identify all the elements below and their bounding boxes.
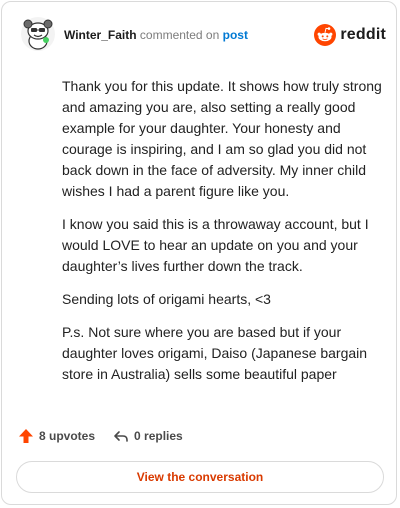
comment-body: Thank you for this update. It shows how … — [62, 76, 384, 397]
comment-header: Winter_Faith commented on post reddit — [16, 14, 386, 54]
comment-actions: 8 upvotes 0 replies — [18, 426, 201, 446]
comment-paragraph: Sending lots of origami hearts, <3 — [62, 291, 271, 307]
reddit-logo[interactable]: reddit — [314, 24, 386, 46]
reddit-alien-icon — [314, 24, 337, 46]
comment-paragraph: I know you said this is a throwaway acco… — [62, 216, 369, 274]
comment-paragraph: Thank you for this update. It shows how … — [62, 78, 382, 199]
reddit-wordmark: reddit — [340, 26, 386, 43]
post-link[interactable]: post — [223, 28, 248, 42]
view-conversation-button[interactable]: View the conversation — [16, 461, 384, 493]
upvote-button[interactable]: 8 upvotes — [18, 428, 95, 444]
reply-arrow-icon — [114, 431, 128, 442]
upvote-arrow-icon — [19, 429, 33, 443]
comment-paragraph: P.s. Not sure where you are based but if… — [62, 324, 368, 382]
comment-embed-card: Winter_Faith commented on post reddit Th… — [1, 1, 397, 505]
author-name[interactable]: Winter_Faith — [64, 28, 137, 42]
reply-button[interactable]: 0 replies — [113, 428, 183, 444]
comment-meta: Winter_Faith commented on post — [64, 28, 248, 42]
reply-count: 0 replies — [134, 429, 183, 443]
upvote-count: 8 upvotes — [39, 429, 96, 443]
avatar[interactable] — [20, 16, 56, 52]
action-text: commented on — [139, 28, 220, 42]
